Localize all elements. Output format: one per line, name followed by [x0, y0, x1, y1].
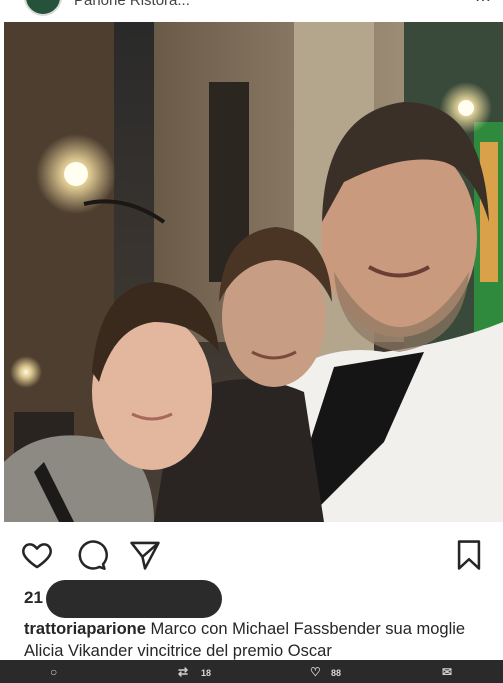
send-icon[interactable]	[128, 538, 162, 572]
post-frame: Parione Ristora... ⋯ 21 trattoriaparione…	[0, 0, 503, 683]
like-count: 88	[331, 668, 342, 678]
location-label[interactable]: Parione Ristora...	[74, 0, 190, 9]
heart-icon[interactable]	[20, 538, 54, 572]
retweet-icon[interactable]: ⇄	[178, 665, 188, 679]
tweet-action-bar: ○ ⇄ 18 ♡ 88 ✉	[0, 660, 503, 683]
envelope-icon[interactable]: ✉	[442, 665, 452, 679]
comment-icon[interactable]	[74, 538, 108, 572]
retweet-count: 18	[201, 668, 212, 678]
likes-count[interactable]: 21	[24, 588, 43, 608]
post-photo[interactable]	[4, 22, 503, 522]
redaction-mark	[46, 580, 222, 618]
more-options-icon[interactable]: ⋯	[475, 0, 491, 10]
bookmark-icon[interactable]	[452, 538, 486, 572]
profile-avatar[interactable]	[24, 0, 62, 16]
photo-illustration	[4, 22, 503, 522]
caption-username[interactable]: trattoriaparione	[24, 620, 146, 638]
reply-icon[interactable]: ○	[50, 665, 57, 679]
post-header: Parione Ristora... ⋯	[0, 0, 503, 22]
heart-outline-icon[interactable]: ♡	[310, 665, 321, 679]
post-caption: trattoriaparione Marco con Michael Fassb…	[24, 618, 494, 662]
post-actions	[0, 532, 503, 576]
